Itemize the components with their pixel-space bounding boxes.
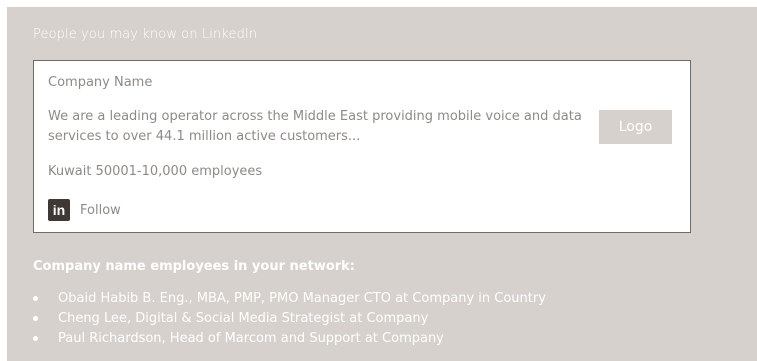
network-person: Paul Richardson, Head of Marcom and Supp… (33, 328, 546, 348)
company-card: Company Name We are a leading operator a… (33, 60, 691, 233)
network-person-text: Paul Richardson, Head of Marcom and Supp… (58, 330, 444, 346)
network-person-text: Cheng Lee, Digital & Social Media Strate… (58, 310, 429, 326)
follow-label: Follow (80, 202, 121, 218)
bullet-icon (33, 315, 38, 321)
follow-button[interactable]: in Follow (48, 199, 121, 221)
bullet-icon (33, 335, 38, 341)
network-people-list: Obaid Habib B. Eng., MBA, PMP, PMO Manag… (33, 288, 546, 348)
people-you-may-know-panel: People you may know on LinkedIn Company … (7, 7, 757, 361)
network-title: Company name employees in your network: (33, 259, 356, 274)
company-meta: Kuwait 50001-10,000 employees (48, 164, 263, 179)
company-logo: Logo (599, 110, 672, 144)
linkedin-icon: in (48, 199, 70, 221)
company-name: Company Name (48, 75, 153, 90)
network-person: Cheng Lee, Digital & Social Media Strate… (33, 308, 546, 328)
bullet-icon (33, 295, 38, 301)
section-title: People you may know on LinkedIn (33, 27, 258, 42)
network-person: Obaid Habib B. Eng., MBA, PMP, PMO Manag… (33, 288, 546, 308)
network-person-text: Obaid Habib B. Eng., MBA, PMP, PMO Manag… (58, 290, 546, 306)
company-description: We are a leading operator across the Mid… (48, 109, 582, 144)
